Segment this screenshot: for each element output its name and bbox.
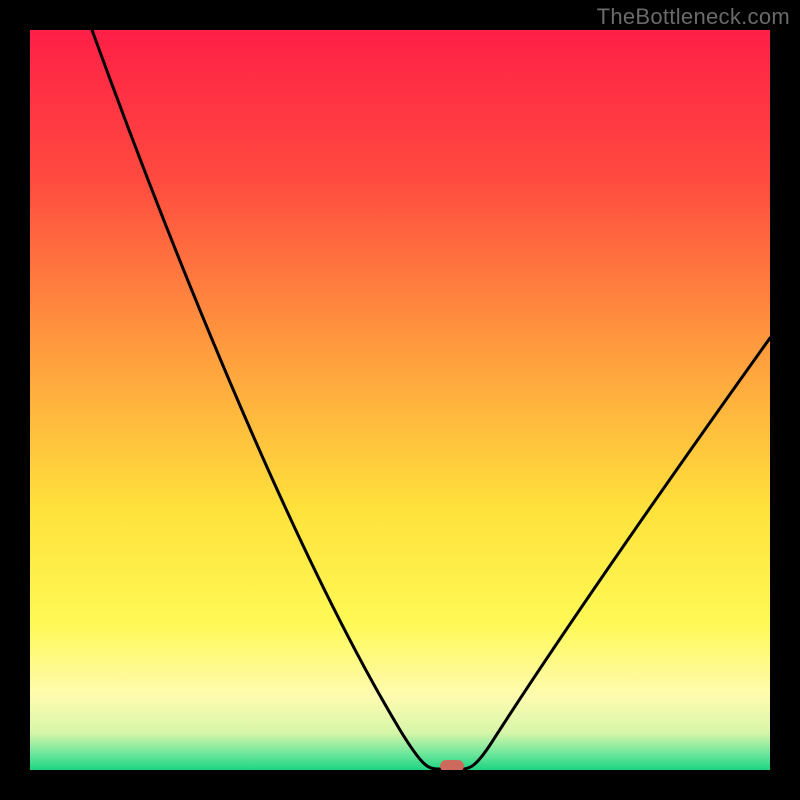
plot-area [30,30,770,770]
watermark-text: TheBottleneck.com [597,4,790,30]
chart-frame: TheBottleneck.com [0,0,800,800]
optimal-marker [440,760,464,770]
curve-layer [30,30,770,770]
bottleneck-curve [92,30,770,769]
